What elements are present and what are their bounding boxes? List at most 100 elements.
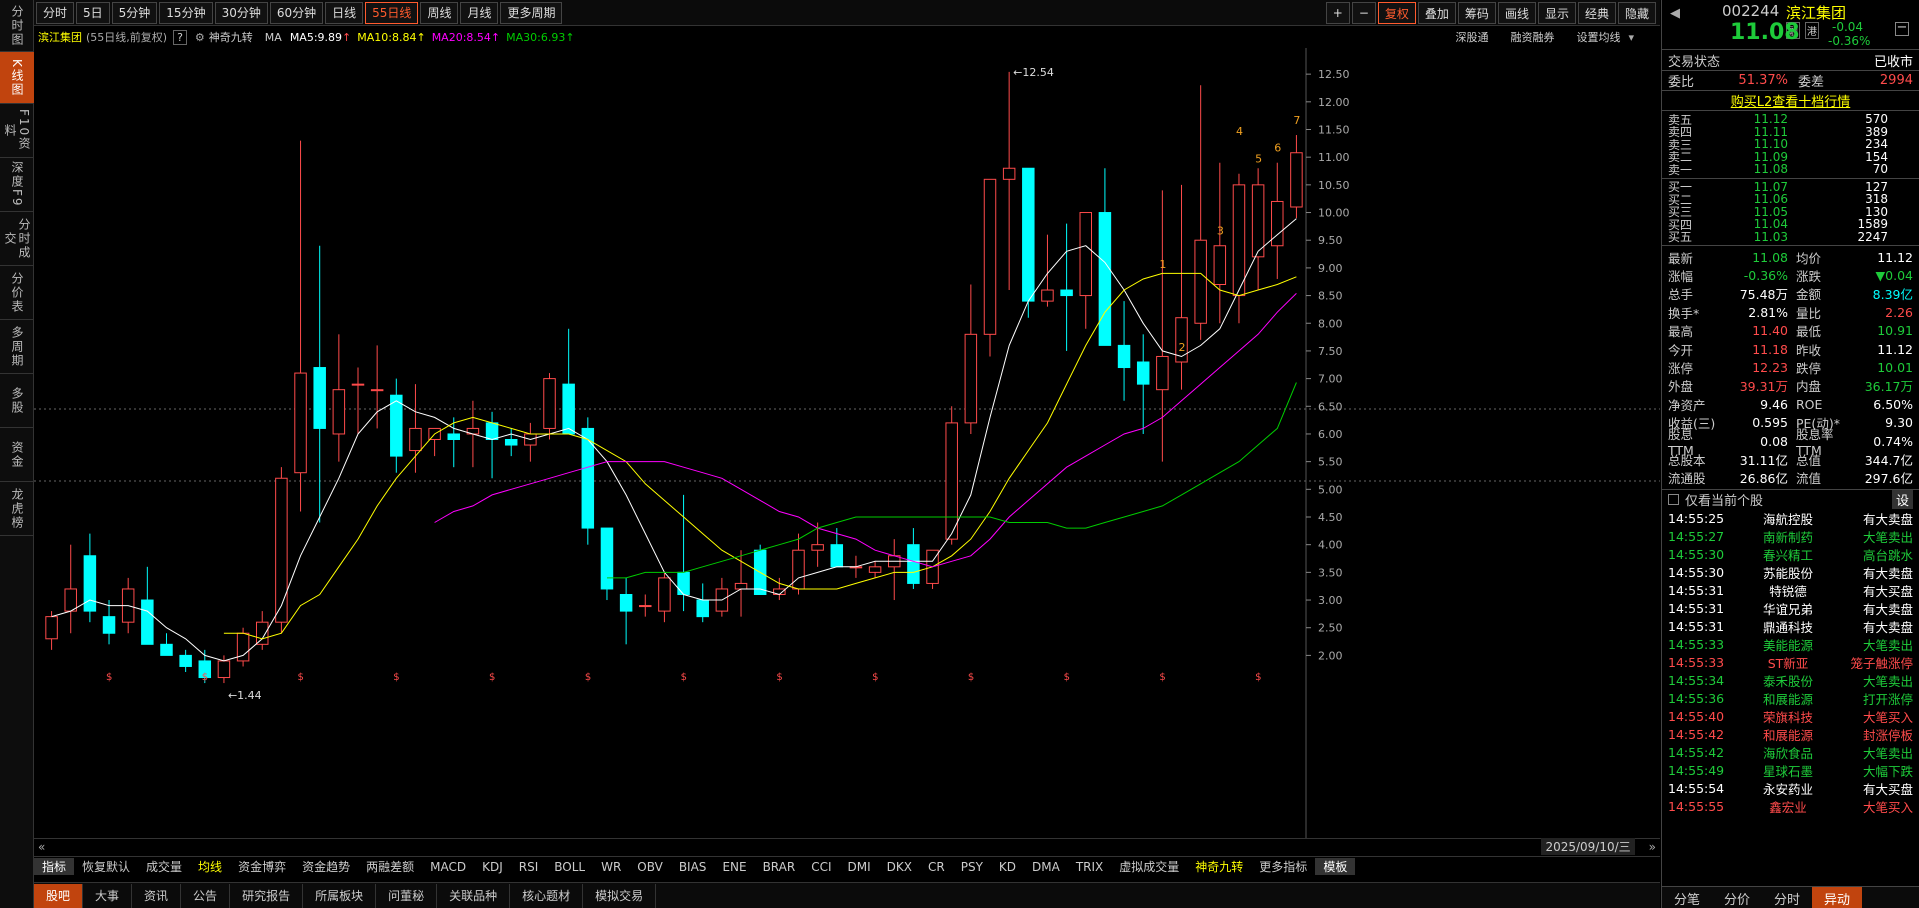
candle-body[interactable] [619, 594, 633, 612]
indicator-tab-13[interactable]: BIAS [671, 860, 715, 874]
candle-body[interactable] [1136, 361, 1150, 385]
candle-body[interactable] [907, 544, 920, 584]
candle-body[interactable] [217, 660, 231, 679]
left-nav-item-0[interactable]: 分时图 [0, 0, 34, 52]
left-nav-item-1[interactable]: K线图 [0, 52, 34, 104]
quote-tab-3[interactable]: 异动 [1812, 887, 1863, 908]
candle-body[interactable] [945, 422, 958, 540]
candle-body[interactable] [160, 643, 173, 656]
indicator-tab-16[interactable]: CCI [803, 860, 839, 874]
left-nav-item-7[interactable]: 多股 [0, 374, 34, 428]
candle-body[interactable] [1098, 212, 1112, 346]
candle-body[interactable] [313, 367, 326, 429]
dividend-marker-icon[interactable]: $ [298, 672, 304, 683]
toolbar-right-0[interactable]: + [1325, 2, 1350, 24]
indicator-tab-22[interactable]: DMA [1024, 860, 1068, 874]
candle-body[interactable] [677, 571, 690, 595]
period-tab-2[interactable]: 5分钟 [111, 1, 158, 24]
ticker-row[interactable]: 14:55:27 南新制药 大笔卖出 [1662, 527, 1919, 545]
bottom-tab-9[interactable]: 模拟交易 [583, 883, 657, 908]
candle-body[interactable] [983, 178, 997, 335]
candle-body[interactable] [1117, 344, 1131, 369]
ticker-row[interactable]: 14:55:34 泰禾股份 大笔卖出 [1662, 671, 1919, 689]
candle-body[interactable] [1022, 167, 1035, 302]
left-nav-item-9[interactable]: 龙虎榜 [0, 482, 34, 536]
period-tab-8[interactable]: 周线 [420, 1, 459, 24]
toolbar-right-5[interactable]: 画线 [1497, 2, 1536, 24]
indicator-tab-1[interactable]: 恢复默认 [74, 858, 138, 875]
bottom-tab-4[interactable]: 研究报告 [230, 883, 304, 908]
indicator-tab-9[interactable]: RSI [511, 860, 547, 874]
ticker-row[interactable]: 14:55:30 春兴精工 高台跳水 [1662, 545, 1919, 563]
indicator-tab-19[interactable]: CR [920, 860, 953, 874]
dividend-marker-icon[interactable]: $ [393, 672, 399, 683]
indicator-tab-11[interactable]: WR [593, 860, 629, 874]
indicator-name[interactable]: 神奇九转 [209, 29, 253, 45]
link-hk-connect[interactable]: 深股通 [1455, 29, 1488, 45]
toolbar-right-7[interactable]: 经典 [1577, 2, 1616, 24]
bottom-tab-8[interactable]: 核心题材 [510, 883, 584, 908]
ticker-row[interactable]: 14:55:42 海欣食品 大笔卖出 [1662, 743, 1919, 761]
dividend-marker-icon[interactable]: $ [202, 672, 208, 683]
candle-body[interactable] [1002, 167, 1016, 180]
dividend-marker-icon[interactable]: $ [776, 672, 782, 683]
candle-body[interactable] [447, 433, 461, 441]
indicator-tab-2[interactable]: 成交量 [138, 858, 190, 875]
ticker-row[interactable]: 14:55:55 鑫宏业 大笔买入 [1662, 797, 1919, 815]
candle-body[interactable] [1041, 289, 1054, 302]
left-nav-item-2[interactable]: F10资料 [0, 104, 34, 158]
dividend-marker-icon[interactable]: $ [681, 672, 687, 683]
candle-body[interactable] [600, 527, 614, 590]
ticker-row[interactable]: 14:55:31 鼎通科技 有大卖盘 [1662, 617, 1919, 635]
indicator-tab-8[interactable]: KDJ [474, 860, 511, 874]
candle-body[interactable] [964, 333, 978, 424]
indicator-tab-0[interactable]: 指标 [34, 858, 75, 875]
candlestick-chart[interactable]: 12.5012.0011.5011.0010.5010.009.509.008.… [34, 48, 1660, 838]
candle-body[interactable] [830, 544, 844, 568]
candle-body[interactable] [504, 439, 518, 446]
indicator-tab-7[interactable]: MACD [422, 860, 474, 874]
period-tab-6[interactable]: 日线 [325, 1, 364, 24]
ticker-row[interactable]: 14:55:31 特锐德 有大买盘 [1662, 581, 1919, 599]
indicator-tab-4[interactable]: 资金博弈 [230, 858, 294, 875]
period-tab-10[interactable]: 更多周期 [500, 1, 563, 24]
indicator-tab-20[interactable]: PSY [953, 860, 991, 874]
gear-icon[interactable]: ⚙ [195, 31, 205, 44]
candle-body[interactable] [1079, 212, 1093, 297]
bottom-tab-2[interactable]: 资讯 [132, 883, 182, 908]
candle-body[interactable] [179, 654, 192, 667]
candle-body[interactable] [45, 616, 58, 640]
candle-body[interactable] [275, 477, 288, 623]
bottom-tab-3[interactable]: 公告 [181, 883, 231, 908]
candle-body[interactable] [1213, 245, 1227, 285]
toolbar-right-6[interactable]: 显示 [1537, 2, 1576, 24]
candle-body[interactable] [64, 588, 77, 612]
candle-body[interactable] [696, 599, 709, 618]
left-nav-item-5[interactable]: 分价表 [0, 266, 34, 320]
orderbook-bids-row[interactable]: 买五 11.03 2247 [1662, 230, 1919, 245]
candle-body[interactable] [562, 383, 575, 435]
toolbar-right-2[interactable]: 复权 [1377, 2, 1416, 24]
prev-stock-icon[interactable]: ◀ [1670, 6, 1680, 21]
candle-body[interactable] [390, 394, 403, 457]
indicator-tab-15[interactable]: BRAR [755, 860, 804, 874]
ticker-row[interactable]: 14:55:40 荣旗科技 大笔买入 [1662, 707, 1919, 725]
dividend-marker-icon[interactable]: $ [489, 672, 495, 683]
dividend-marker-icon[interactable]: $ [1255, 672, 1261, 683]
toolbar-right-4[interactable]: 筹码 [1457, 2, 1496, 24]
ticker-row[interactable]: 14:55:25 海航控股 有大卖盘 [1662, 509, 1919, 527]
candle-body[interactable] [1194, 239, 1207, 324]
ticker-row[interactable]: 14:55:33 美能能源 大笔卖出 [1662, 635, 1919, 653]
period-tab-7[interactable]: 55日线 [365, 1, 419, 24]
candle-body[interactable] [1060, 289, 1073, 297]
candle-body[interactable] [370, 389, 384, 392]
indicator-tab-5[interactable]: 资金趋势 [294, 858, 358, 875]
dividend-marker-icon[interactable]: $ [872, 672, 878, 683]
scroll-left-icon[interactable]: « [38, 840, 45, 854]
candle-body[interactable] [409, 427, 422, 452]
period-tab-1[interactable]: 5日 [76, 1, 110, 24]
indicator-tab-3[interactable]: 均线 [190, 858, 230, 875]
ticker-row[interactable]: 14:55:31 华谊兄弟 有大卖盘 [1662, 599, 1919, 617]
quote-tab-0[interactable]: 分笔 [1662, 887, 1712, 908]
indicator-tab-6[interactable]: 两融差额 [358, 858, 422, 875]
